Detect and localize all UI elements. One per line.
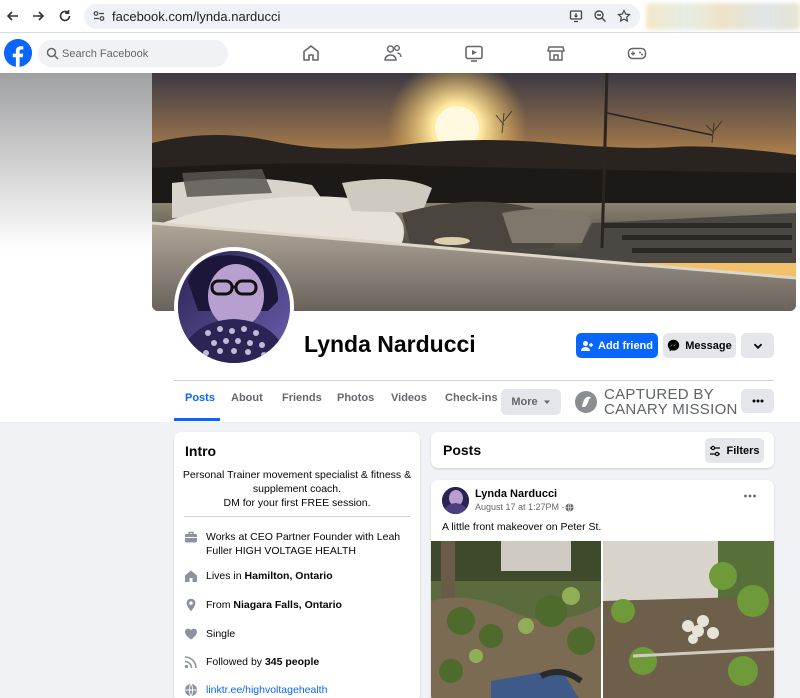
bio-line-1: Personal Trainer movement specialist & f… <box>182 469 412 481</box>
from-prefix: From <box>206 599 234 611</box>
caret-down-icon <box>543 400 550 404</box>
forward-arrow-icon[interactable] <box>28 6 48 26</box>
relationship-status: Single <box>206 628 236 640</box>
globe-icon <box>185 683 197 697</box>
tab-more[interactable]: More <box>501 389 561 415</box>
website-link[interactable]: linktr.ee/highvoltagehealth <box>206 683 327 697</box>
tab-more-label: More <box>511 396 538 408</box>
intro-lives-in: Lives in Hamilton, Ontario <box>184 569 333 583</box>
filters-sliders-icon <box>710 445 721 456</box>
search-box[interactable] <box>38 40 228 67</box>
zoom-icon[interactable] <box>592 8 608 24</box>
intro-website: linktr.ee/highvoltagehealth <box>184 683 327 697</box>
post-options-button[interactable] <box>743 489 757 503</box>
posts-header-card: Posts Filters <box>431 432 774 468</box>
browser-extensions-area <box>646 3 800 30</box>
post-text: A little front makeover on Peter St. <box>442 521 602 533</box>
bookmark-star-icon[interactable] <box>616 8 632 24</box>
address-bar[interactable]: facebook.com/lynda.narducci <box>84 4 640 29</box>
post-card: Lynda Narducci August 17 at 1:27PM · A l… <box>431 480 774 698</box>
more-dots-icon <box>744 494 756 498</box>
back-arrow-icon[interactable] <box>3 6 23 26</box>
intro-divider <box>184 516 410 517</box>
lives-prefix: Lives in <box>206 570 245 582</box>
facebook-header <box>0 33 800 73</box>
message-label: Message <box>685 339 732 352</box>
rss-followers-icon <box>184 656 197 669</box>
gaming-icon[interactable] <box>627 43 647 63</box>
tab-about[interactable]: About <box>231 392 263 404</box>
tab-check-ins[interactable]: Check-ins <box>445 392 498 404</box>
video-icon[interactable] <box>464 43 484 63</box>
watermark-line-1: CAPTURED BY <box>604 386 714 403</box>
friends-icon[interactable] <box>383 43 403 63</box>
public-globe-icon <box>565 502 574 512</box>
intro-bio: Personal Trainer movement specialist & f… <box>174 468 420 510</box>
intro-from: From Niagara Falls, Ontario <box>184 598 342 612</box>
search-input[interactable] <box>62 40 222 67</box>
filters-button[interactable]: Filters <box>705 438 764 463</box>
canary-mission-logo <box>575 391 597 413</box>
tab-posts[interactable]: Posts <box>185 392 215 404</box>
canary-mission-watermark: CAPTURED BY CANARY MISSION <box>574 387 738 417</box>
reload-icon[interactable] <box>55 6 75 26</box>
add-friend-label: Add friend <box>598 339 653 352</box>
post-date[interactable]: August 17 at 1:27PM · <box>475 502 565 512</box>
more-dots-icon <box>752 399 763 403</box>
tabs-more-options-button[interactable] <box>741 389 774 413</box>
posts-title: Posts <box>443 442 482 458</box>
post-author-avatar[interactable] <box>442 487 469 514</box>
chevron-down-icon <box>753 343 762 349</box>
tab-videos[interactable]: Videos <box>391 392 427 404</box>
intro-card: Intro Personal Trainer movement speciali… <box>174 432 420 698</box>
intro-followers: Followed by 345 people <box>184 655 319 669</box>
profile-options-dropdown[interactable] <box>741 333 774 358</box>
home-icon[interactable] <box>301 43 321 63</box>
post-meta: August 17 at 1:27PM · <box>475 502 574 512</box>
messenger-icon <box>668 339 680 352</box>
post-author-name[interactable]: Lynda Narducci <box>475 488 557 500</box>
work-line-2: Fuller HIGH VOLTAGE HEALTH <box>206 545 356 557</box>
watermark-line-2: CANARY MISSION <box>604 401 738 418</box>
bio-line-3: DM for your first FREE session. <box>223 497 371 509</box>
home-icon <box>185 570 197 582</box>
active-tab-indicator <box>174 418 220 421</box>
heart-icon <box>185 628 197 640</box>
intro-title: Intro <box>185 443 217 459</box>
tab-photos[interactable]: Photos <box>337 392 374 404</box>
profile-name: Lynda Narducci <box>304 331 476 357</box>
search-icon <box>46 47 59 60</box>
work-line-1: Works at CEO Partner Founder with Leah <box>206 531 401 543</box>
profile-avatar[interactable] <box>174 247 294 367</box>
from-city-link[interactable]: Niagara Falls, Ontario <box>233 599 342 611</box>
followed-prefix: Followed by <box>206 656 265 668</box>
location-pin-icon <box>186 598 196 612</box>
post-photo-1[interactable] <box>431 541 601 698</box>
post-photo-2[interactable] <box>603 541 774 698</box>
briefcase-icon <box>185 531 197 543</box>
tabs-divider <box>174 380 774 381</box>
facebook-logo-icon[interactable] <box>4 39 32 67</box>
intro-work: Works at CEO Partner Founder with Leah F… <box>184 530 400 558</box>
lives-city-link[interactable]: Hamilton, Ontario <box>245 570 333 582</box>
intro-relationship: Single <box>184 627 235 641</box>
install-app-icon[interactable] <box>568 8 584 24</box>
url-text[interactable]: facebook.com/lynda.narducci <box>112 9 280 24</box>
bio-line-2: supplement coach. <box>252 483 342 495</box>
add-friend-button[interactable]: Add friend <box>576 333 658 358</box>
message-button[interactable]: Message <box>663 333 736 358</box>
site-info-icon[interactable] <box>92 9 106 23</box>
filters-label: Filters <box>726 444 760 457</box>
cover-side-fade <box>0 73 152 251</box>
browser-toolbar: facebook.com/lynda.narducci <box>0 0 800 33</box>
add-friend-icon <box>581 340 593 351</box>
marketplace-icon[interactable] <box>546 43 566 63</box>
tab-friends[interactable]: Friends <box>282 392 322 404</box>
followers-count-link[interactable]: 345 people <box>265 656 319 668</box>
